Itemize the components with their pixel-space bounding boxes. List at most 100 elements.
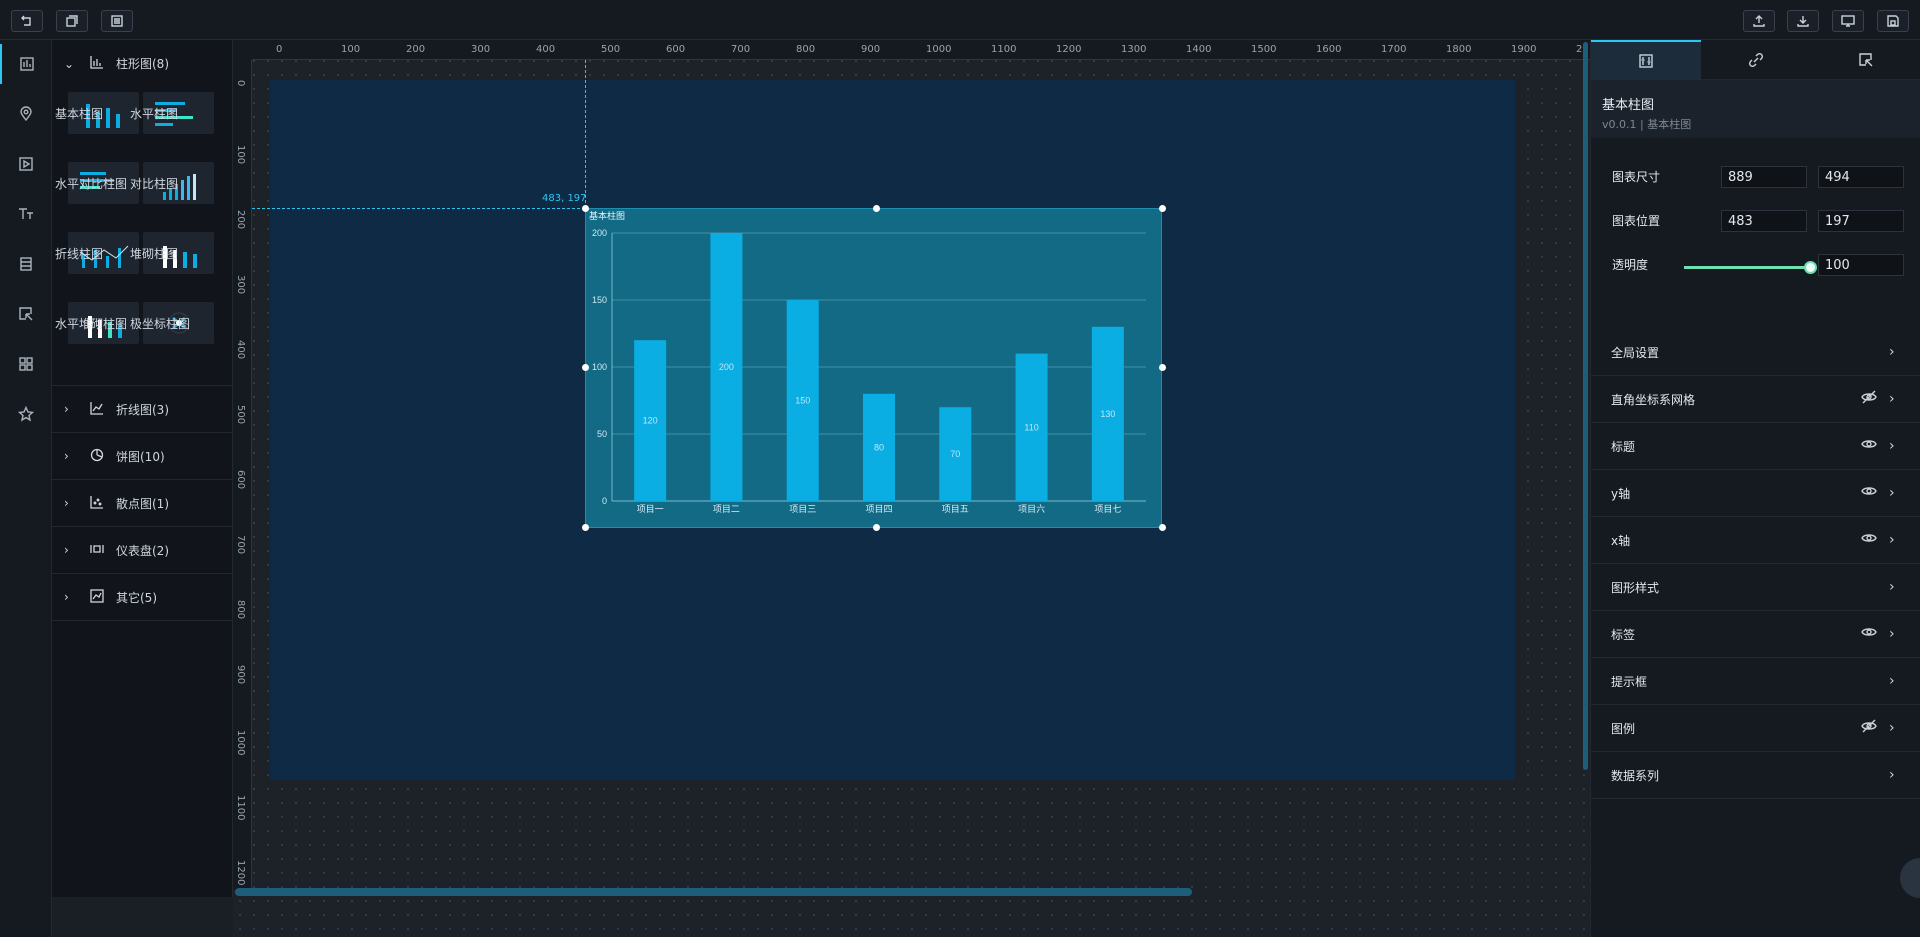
vertical-scrollbar[interactable] <box>1583 42 1588 770</box>
save-button[interactable] <box>1877 10 1909 32</box>
pos-x-input[interactable]: 483 <box>1721 210 1807 232</box>
layers-button[interactable] <box>101 10 133 32</box>
rail-favorites[interactable] <box>0 394 52 434</box>
resize-handle[interactable] <box>582 205 589 212</box>
category-gauge[interactable]: › 仪表盘(2) <box>52 527 233 574</box>
horizontal-scrollbar[interactable] <box>235 888 1192 896</box>
config-row[interactable]: 直角坐标系网格 › <box>1591 376 1920 423</box>
resize-handle[interactable] <box>582 524 589 531</box>
config-row-label: y轴 <box>1611 486 1631 501</box>
ruler-tick-label: 700 <box>731 44 751 55</box>
undo-button[interactable] <box>11 10 43 32</box>
import-button[interactable] <box>1787 10 1819 32</box>
resize-handle[interactable] <box>873 205 880 212</box>
config-row[interactable]: 全局设置 › <box>1591 329 1920 376</box>
export-button[interactable] <box>1743 10 1775 32</box>
pie-chart-icon <box>90 448 110 465</box>
rail-tables[interactable] <box>0 244 52 284</box>
config-row[interactable]: 提示框 › <box>1591 658 1920 705</box>
rail-maps[interactable] <box>0 94 52 134</box>
resize-handle[interactable] <box>1159 524 1166 531</box>
rail-others[interactable] <box>0 344 52 384</box>
category-label: 饼图(10) <box>116 449 165 464</box>
tab-data[interactable] <box>1701 40 1811 80</box>
pos-y-input[interactable]: 197 <box>1818 210 1904 232</box>
config-row[interactable]: 标签 › <box>1591 611 1920 658</box>
data-label: 120 <box>643 416 658 426</box>
opacity-input[interactable]: 100 <box>1818 254 1904 276</box>
media-icon <box>19 157 33 171</box>
config-row[interactable]: y轴 › <box>1591 470 1920 517</box>
guide-line-vertical <box>585 40 586 208</box>
ruler-tick-label: 600 <box>235 470 246 490</box>
rail-charts[interactable] <box>0 44 52 84</box>
resize-handle[interactable] <box>1159 364 1166 371</box>
category-pie[interactable]: › 饼图(10) <box>52 433 233 480</box>
import-icon <box>1797 16 1809 27</box>
selected-chart-component[interactable]: 基本柱图 0 50 100 150 200 120 项目一 200 项目二 150 项目三 80 项目四 7… <box>585 208 1162 528</box>
category-label: 柱形图(8) <box>116 57 169 71</box>
horizontal-ruler: 0 100 200 300 400 500 600 700 800 900 1000 1100 1200… <box>252 40 1590 60</box>
resize-handle[interactable] <box>873 524 880 531</box>
eye-icon[interactable] <box>1861 624 1881 644</box>
item-label: 水平柱图 <box>130 107 179 121</box>
item-label: 对比柱图 <box>130 177 179 191</box>
config-row[interactable]: 数据系列 › <box>1591 752 1920 799</box>
area-chart-icon <box>90 588 110 606</box>
x-tick-label: 项目三 <box>789 504 816 514</box>
star-icon <box>18 406 34 422</box>
opacity-slider-fill <box>1684 266 1810 269</box>
eye-icon[interactable] <box>1861 483 1881 503</box>
rail-interactions[interactable] <box>0 294 52 334</box>
eye-icon[interactable] <box>1861 530 1881 550</box>
width-input[interactable]: 889 <box>1721 166 1807 188</box>
category-rail <box>0 40 52 937</box>
copy-button[interactable] <box>56 10 88 32</box>
tab-config[interactable] <box>1591 40 1701 80</box>
ruler-tick-label: 1800 <box>1446 44 1472 55</box>
config-row-label: 标签 <box>1611 627 1636 642</box>
eye-icon[interactable] <box>1861 436 1881 456</box>
category-line[interactable]: › 折线图(3) <box>52 386 233 433</box>
y-tick-label: 200 <box>592 228 607 238</box>
rail-text[interactable] <box>0 194 52 234</box>
category-bar[interactable]: ⌄ 柱形图(8) <box>52 40 233 87</box>
category-scatter[interactable]: › 散点图(1) <box>52 480 233 527</box>
guide-line-horizontal <box>252 208 585 209</box>
ruler-tick-label: 600 <box>666 44 686 55</box>
config-row[interactable]: 图形样式 › <box>1591 564 1920 611</box>
data-link-icon <box>1748 52 1764 68</box>
resize-handle[interactable] <box>582 364 589 371</box>
data-label: 130 <box>1100 409 1115 419</box>
ruler-tick-label: 700 <box>235 535 246 555</box>
height-input[interactable]: 494 <box>1818 166 1904 188</box>
x-tick-label: 项目七 <box>1094 504 1121 514</box>
eye-off-icon[interactable] <box>1861 389 1881 409</box>
vertical-ruler: 0 100 200 300 400 500 600 700 800 900 1000 1100 1200 <box>233 60 252 890</box>
preview-button[interactable] <box>1832 10 1864 32</box>
chevron-right-icon: › <box>64 402 69 416</box>
config-row[interactable]: x轴 › <box>1591 517 1920 564</box>
resize-handle[interactable] <box>1159 205 1166 212</box>
item-label: 基本柱图 <box>55 107 104 121</box>
config-row[interactable]: 标题 › <box>1591 423 1920 470</box>
config-row-label: 图例 <box>1611 721 1636 736</box>
category-others[interactable]: › 其它(5) <box>52 574 233 621</box>
ruler-tick-label: 1600 <box>1316 44 1342 55</box>
data-label: 150 <box>795 396 810 406</box>
opacity-slider-thumb[interactable] <box>1804 261 1817 274</box>
opacity-slider-track[interactable] <box>1684 266 1810 269</box>
ruler-tick-label: 1200 <box>1056 44 1082 55</box>
component-header: 基本柱图 v0.0.1 | 基本柱图 <box>1591 80 1920 138</box>
bar-chart: 基本柱图 0 50 100 150 200 120 项目一 200 项目二 150 项目三 80 项目四 7… <box>589 210 1146 514</box>
config-row[interactable]: 图例 › <box>1591 705 1920 752</box>
eye-off-icon[interactable] <box>1861 718 1881 738</box>
tab-interaction[interactable] <box>1811 40 1920 80</box>
gauge-icon <box>90 542 110 559</box>
ruler-tick-label: 200 <box>406 44 426 55</box>
chevron-down-icon: ⌄ <box>64 56 75 71</box>
rail-media[interactable] <box>0 144 52 184</box>
component-name: 基本柱图 <box>1602 98 1655 113</box>
item-label: 折线柱图 <box>55 247 104 261</box>
x-tick-label: 项目四 <box>865 504 892 514</box>
